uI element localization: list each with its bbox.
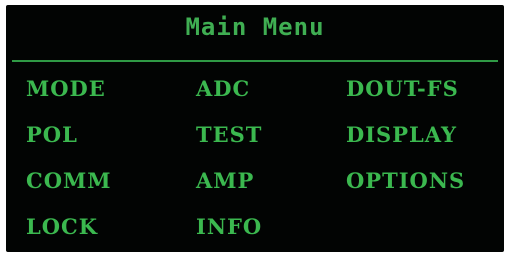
menu-item-display[interactable]: DISPLAY (346, 123, 504, 169)
menu-item-mode[interactable]: MODE (26, 77, 196, 123)
menu-title: Main Menu (185, 13, 325, 41)
menu-grid: MODE ADC DOUT-FS POL TEST DISPLAY COMM A… (26, 77, 504, 252)
menu-item-lock[interactable]: LOCK (26, 215, 196, 252)
menu-item-comm[interactable]: COMM (26, 169, 196, 215)
menu-item-adc[interactable]: ADC (196, 77, 346, 123)
menu-item-info[interactable]: INFO (196, 215, 346, 252)
menu-item-options[interactable]: OPTIONS (346, 169, 504, 215)
menu-item-dout-fs[interactable]: DOUT-FS (346, 77, 504, 123)
lcd-screen: Main Menu MODE ADC DOUT-FS POL TEST DISP… (6, 5, 504, 252)
menu-item-pol[interactable]: POL (26, 123, 196, 169)
menu-empty-slot (346, 215, 504, 252)
menu-item-amp[interactable]: AMP (196, 169, 346, 215)
menu-item-test[interactable]: TEST (196, 123, 346, 169)
title-divider (12, 60, 498, 62)
